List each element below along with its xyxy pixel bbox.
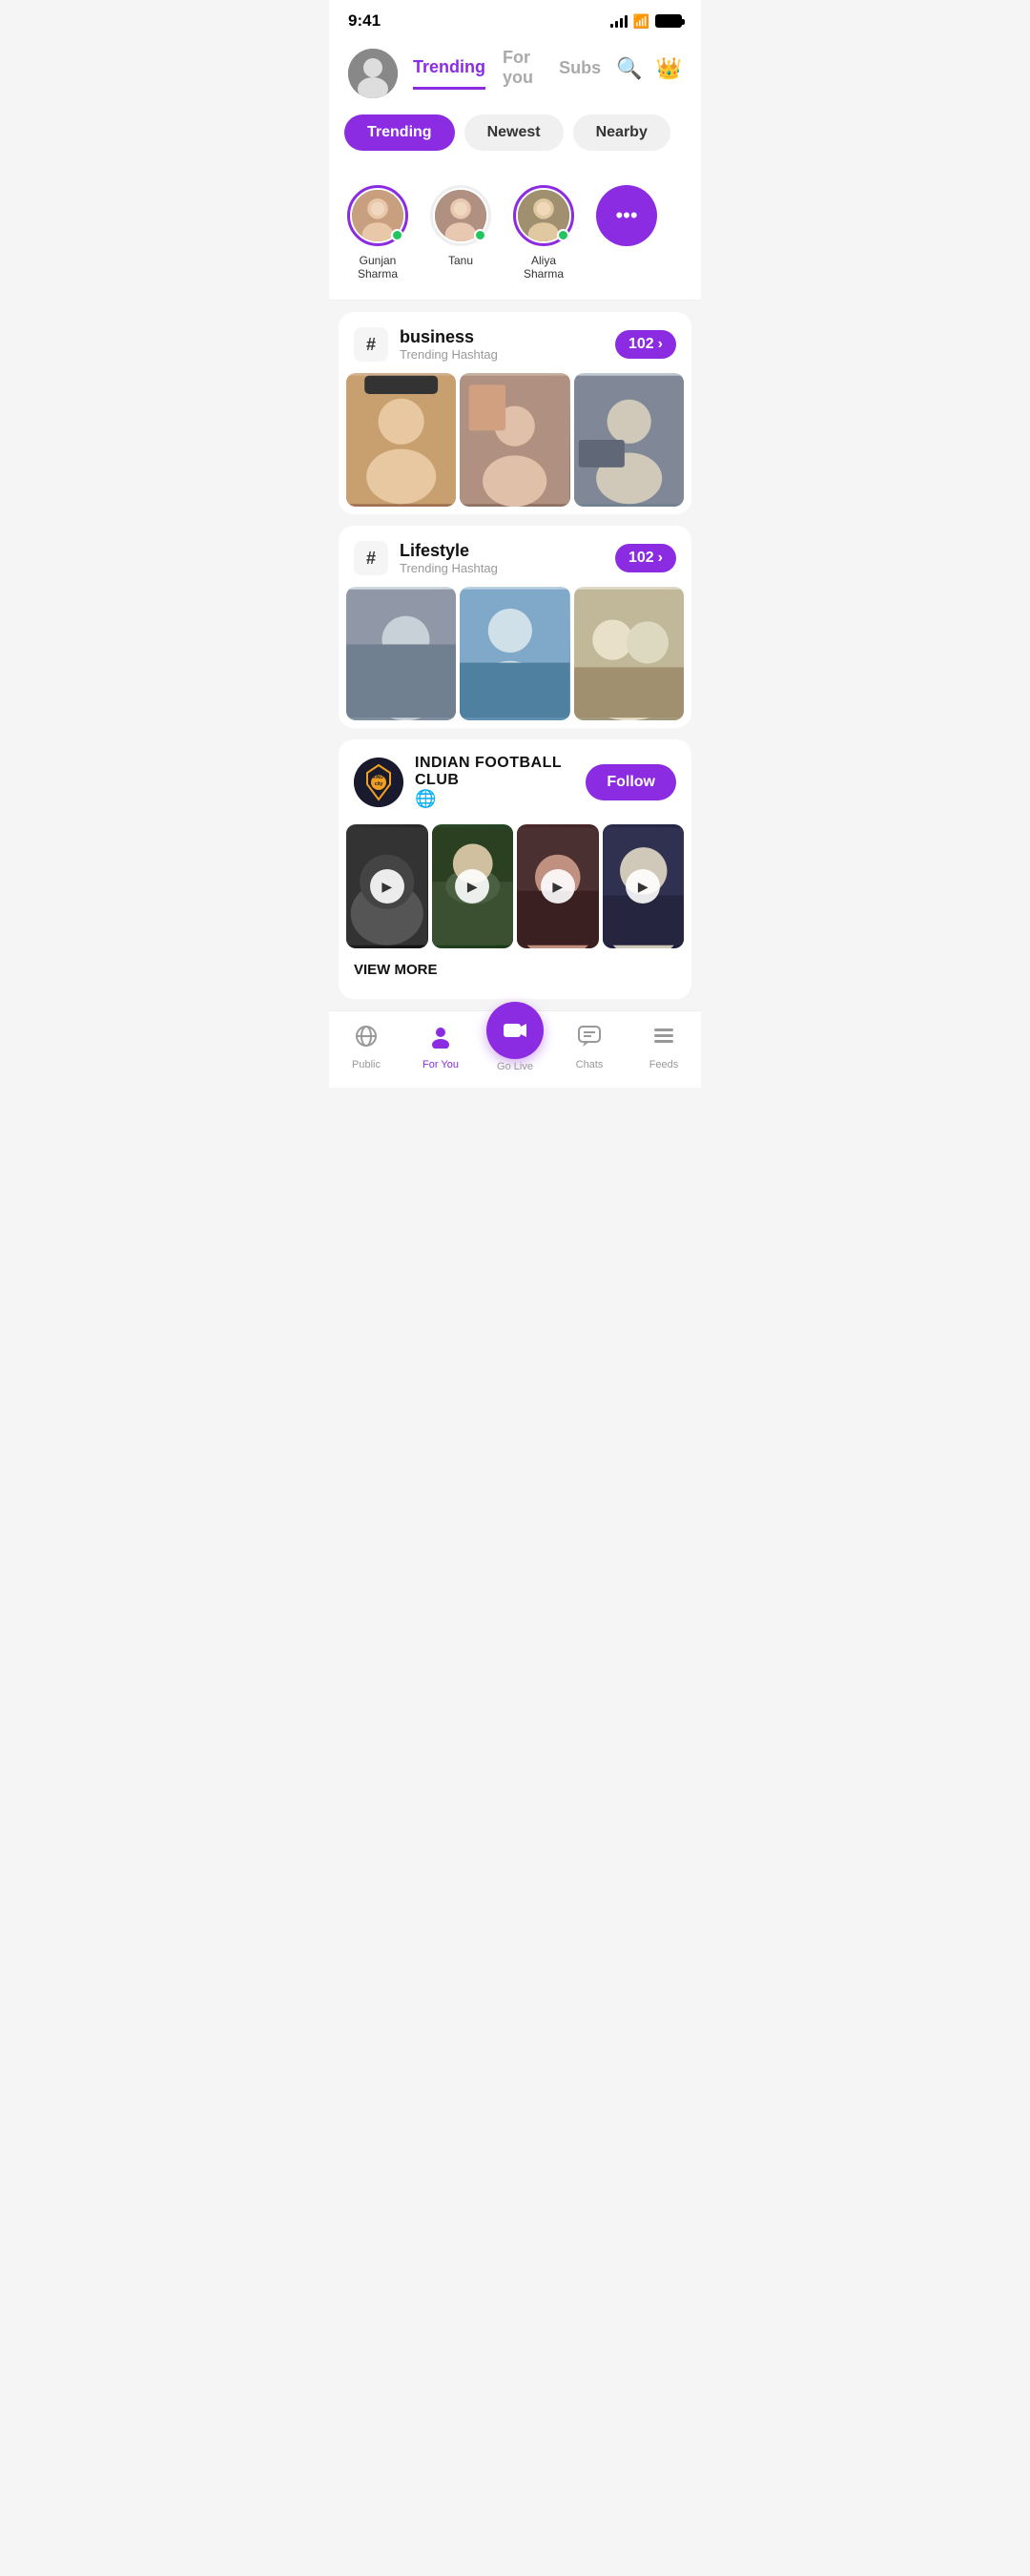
nav-for-you-label: For You (422, 1059, 459, 1070)
hashtag-images-row (339, 373, 691, 507)
filter-pills: Trending Newest Nearby (329, 99, 701, 170)
nav-go-live[interactable]: Go Live (486, 1021, 544, 1072)
public-icon (354, 1024, 379, 1055)
post-thumbnail[interactable] (460, 587, 569, 720)
follow-button[interactable]: Follow (586, 764, 676, 800)
story-name-1: Gunjan Sharma (344, 254, 411, 280)
chevron-right-icon: › (658, 550, 663, 567)
svg-text:city: city (375, 781, 383, 787)
hashtag-subtitle: Trending Hashtag (400, 561, 604, 575)
club-logo: WINDY city (354, 758, 403, 807)
story-name-2: Tanu (448, 254, 473, 267)
for-you-icon (428, 1024, 453, 1055)
count-number: 102 (628, 550, 654, 567)
hashtag-subtitle: Trending Hashtag (400, 347, 604, 362)
hashtag-name: Lifestyle (400, 541, 604, 561)
video-thumb-4[interactable]: ▶ (603, 824, 685, 948)
nav-feeds[interactable]: Feeds (635, 1024, 692, 1070)
club-info: INDIAN FOOTBALL CLUB 🌐 (415, 755, 574, 809)
count-number: 102 (628, 336, 654, 353)
story-item[interactable]: Gunjan Sharma (344, 185, 411, 280)
hashtag-header: # business Trending Hashtag 102 › (339, 312, 691, 373)
video-grid: ▶ ▶ ▶ (339, 824, 691, 948)
main-nav: Trending For you Subs (413, 48, 601, 99)
globe-icon: 🌐 (415, 789, 436, 808)
chats-icon (577, 1024, 602, 1055)
header: Trending For you Subs 🔍 👑 (329, 38, 701, 99)
online-indicator (391, 229, 403, 241)
play-icon[interactable]: ▶ (626, 869, 660, 904)
hashtag-images-row (339, 587, 691, 720)
tab-for-you[interactable]: For you (503, 48, 542, 99)
hashtag-count-badge[interactable]: 102 › (615, 544, 676, 572)
search-icon[interactable]: 🔍 (616, 56, 642, 81)
post-thumbnail[interactable] (460, 373, 569, 507)
filter-newest[interactable]: Newest (464, 114, 564, 151)
nav-for-you[interactable]: For You (412, 1024, 469, 1070)
hashtag-name: business (400, 327, 604, 347)
avatar-image (348, 49, 398, 98)
stories-row: Gunjan Sharma Tanu (329, 170, 701, 301)
story-avatar-3 (513, 185, 574, 246)
more-stories-dots: ••• (615, 203, 637, 228)
nav-public-label: Public (352, 1059, 381, 1070)
club-name: INDIAN FOOTBALL CLUB (415, 755, 574, 789)
hashtag-count-badge[interactable]: 102 › (615, 330, 676, 359)
story-avatar-1 (347, 185, 408, 246)
club-header: WINDY city INDIAN FOOTBALL CLUB 🌐 Follow (339, 739, 691, 824)
story-name-3: Aliya Sharma (510, 254, 577, 280)
bottom-navigation: Public For You Go Live (329, 1010, 701, 1088)
feeds-icon (651, 1024, 676, 1055)
crown-icon[interactable]: 👑 (656, 56, 682, 81)
online-indicator (474, 229, 486, 241)
more-stories[interactable]: ••• (596, 185, 657, 280)
status-bar: 9:41 📶 (329, 0, 701, 38)
header-actions: 🔍 👑 (616, 56, 682, 91)
post-thumbnail[interactable] (346, 373, 456, 507)
user-avatar[interactable] (348, 49, 398, 98)
tab-subs[interactable]: Subs (559, 58, 601, 90)
filter-trending[interactable]: Trending (344, 114, 455, 151)
wifi-icon: 📶 (633, 13, 649, 30)
club-card: WINDY city INDIAN FOOTBALL CLUB 🌐 Follow… (339, 739, 691, 999)
svg-text:WINDY: WINDY (371, 775, 387, 780)
hashtag-icon: # (354, 327, 388, 362)
play-icon[interactable]: ▶ (541, 869, 575, 904)
chevron-right-icon: › (658, 336, 663, 353)
post-thumbnail[interactable] (346, 587, 456, 720)
story-item[interactable]: Tanu (430, 185, 491, 280)
nav-feeds-label: Feeds (649, 1059, 679, 1070)
tab-trending[interactable]: Trending (413, 57, 485, 90)
hashtag-card-lifestyle: # Lifestyle Trending Hashtag 102 › (339, 526, 691, 728)
battery-icon (655, 14, 682, 28)
hashtag-icon: # (354, 541, 388, 575)
play-icon[interactable]: ▶ (370, 869, 404, 904)
story-avatar-2 (430, 185, 491, 246)
view-more-button[interactable]: VIEW MORE (339, 948, 691, 991)
go-live-button[interactable] (486, 1002, 544, 1059)
hashtag-info: business Trending Hashtag (400, 327, 604, 362)
filter-nearby[interactable]: Nearby (573, 114, 670, 151)
play-icon[interactable]: ▶ (455, 869, 489, 904)
go-live-label: Go Live (497, 1061, 533, 1072)
video-thumb-2[interactable]: ▶ (432, 824, 514, 948)
signal-icon (610, 14, 628, 28)
video-thumb-3[interactable]: ▶ (517, 824, 599, 948)
video-thumb-1[interactable]: ▶ (346, 824, 428, 948)
hashtag-card-business: # business Trending Hashtag 102 › (339, 312, 691, 514)
story-item[interactable]: Aliya Sharma (510, 185, 577, 280)
main-content: # business Trending Hashtag 102 › (329, 301, 701, 1010)
post-thumbnail[interactable] (574, 373, 684, 507)
nav-chats[interactable]: Chats (561, 1024, 618, 1070)
nav-public[interactable]: Public (338, 1024, 395, 1070)
hashtag-header: # Lifestyle Trending Hashtag 102 › (339, 526, 691, 587)
post-thumbnail[interactable] (574, 587, 684, 720)
hashtag-info: Lifestyle Trending Hashtag (400, 541, 604, 575)
status-time: 9:41 (348, 11, 381, 31)
status-icons: 📶 (610, 13, 682, 30)
nav-chats-label: Chats (576, 1059, 604, 1070)
more-stories-button[interactable]: ••• (596, 185, 657, 246)
online-indicator (557, 229, 569, 241)
